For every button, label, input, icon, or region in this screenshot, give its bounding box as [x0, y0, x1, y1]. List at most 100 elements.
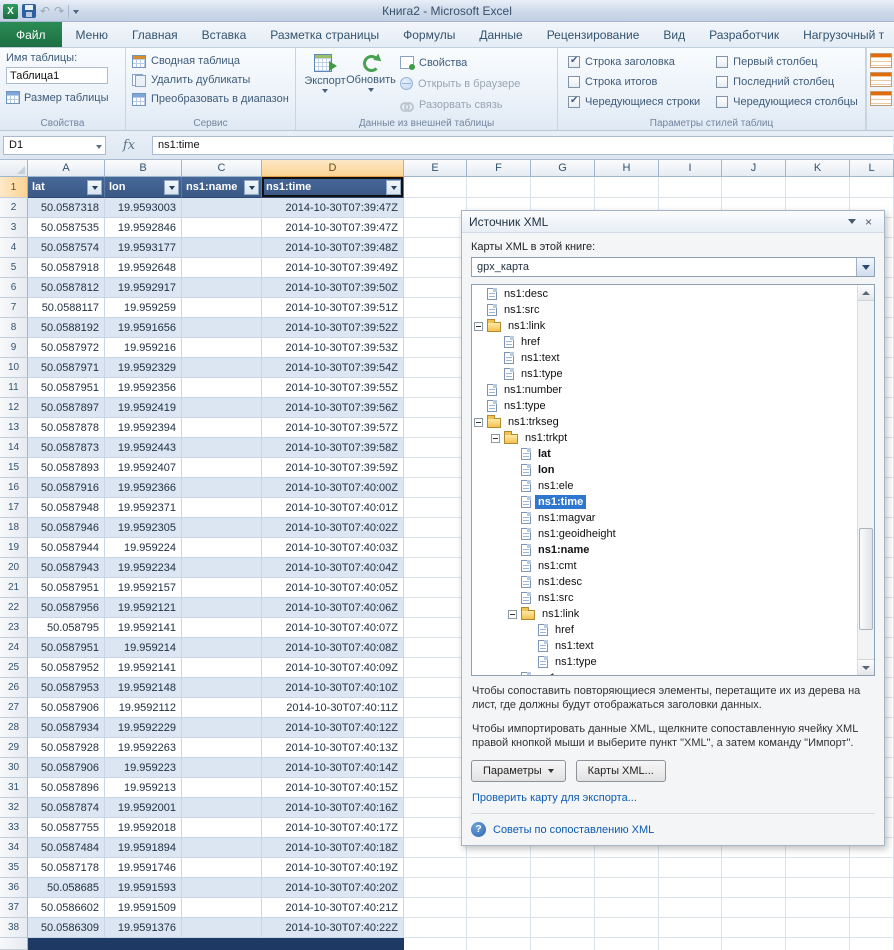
cell-C28[interactable]: [182, 718, 262, 738]
grid-cell[interactable]: [404, 398, 467, 418]
grid-cell[interactable]: [404, 298, 467, 318]
tree-item-lat[interactable]: lat: [472, 446, 857, 462]
grid-cell[interactable]: [850, 878, 894, 898]
row-header-29[interactable]: 29: [0, 738, 28, 758]
cell-B37[interactable]: 19.9591509: [105, 898, 182, 918]
grid-cell[interactable]: [722, 918, 786, 938]
cell-A32[interactable]: 50.0587874: [28, 798, 105, 818]
filter-button[interactable]: [386, 180, 401, 195]
cell-B2[interactable]: 19.9593003: [105, 198, 182, 218]
cell-D14[interactable]: 2014-10-30T07:39:58Z: [262, 438, 404, 458]
tree-item-ns1-text[interactable]: ns1:text: [472, 350, 857, 366]
cell-C17[interactable]: [182, 498, 262, 518]
grid-cell[interactable]: [531, 918, 595, 938]
table-style-thumbnail[interactable]: [870, 72, 892, 87]
row-header-39[interactable]: [0, 938, 28, 950]
cell-D33[interactable]: 2014-10-30T07:40:17Z: [262, 818, 404, 838]
style-option-checkbox-4[interactable]: Последний столбец: [716, 75, 858, 89]
cell-D12[interactable]: 2014-10-30T07:39:56Z: [262, 398, 404, 418]
cell-C11[interactable]: [182, 378, 262, 398]
cell-A36[interactable]: 50.058685: [28, 878, 105, 898]
verify-map-link[interactable]: Проверить карту для экспорта...: [472, 792, 874, 804]
row-header-22[interactable]: 22: [0, 598, 28, 618]
cell-C37[interactable]: [182, 898, 262, 918]
cell-A19[interactable]: 50.0587944: [28, 538, 105, 558]
grid-cell[interactable]: [404, 538, 467, 558]
cell-B27[interactable]: 19.9592112: [105, 698, 182, 718]
cell-C36[interactable]: [182, 878, 262, 898]
resize-table-button[interactable]: Размер таблицы: [6, 91, 119, 104]
table-name-input[interactable]: Таблица1: [6, 67, 108, 84]
row-header-14[interactable]: 14: [0, 438, 28, 458]
ribbon-tab-7[interactable]: Рецензирование: [535, 22, 652, 47]
cell-A16[interactable]: 50.0587916: [28, 478, 105, 498]
tree-item-ns1-trkseg[interactable]: ns1:trkseg: [472, 414, 857, 430]
cell-B34[interactable]: 19.9591894: [105, 838, 182, 858]
row-header-30[interactable]: 30: [0, 758, 28, 778]
tree-item-ns1-link[interactable]: ns1:link: [472, 606, 857, 622]
cell-C22[interactable]: [182, 598, 262, 618]
grid-cell[interactable]: [850, 858, 894, 878]
filter-button[interactable]: [244, 180, 259, 195]
column-header-K[interactable]: K: [786, 160, 850, 177]
tree-item-lon[interactable]: lon: [472, 462, 857, 478]
grid-cell[interactable]: [404, 318, 467, 338]
cell-A20[interactable]: 50.0587943: [28, 558, 105, 578]
cell-B10[interactable]: 19.9592329: [105, 358, 182, 378]
tree-item-ns1-text[interactable]: ns1:text: [472, 638, 857, 654]
grid-cell[interactable]: [595, 878, 659, 898]
column-header-G[interactable]: G: [531, 160, 595, 177]
cell-D13[interactable]: 2014-10-30T07:39:57Z: [262, 418, 404, 438]
cell-A24[interactable]: 50.0587951: [28, 638, 105, 658]
tree-item-ns1-type[interactable]: ns1:type: [472, 366, 857, 382]
filter-button[interactable]: [164, 180, 179, 195]
cell-D29[interactable]: 2014-10-30T07:40:13Z: [262, 738, 404, 758]
cell-B7[interactable]: 19.959259: [105, 298, 182, 318]
cell-C23[interactable]: [182, 618, 262, 638]
cell-D19[interactable]: 2014-10-30T07:40:03Z: [262, 538, 404, 558]
cell-A11[interactable]: 50.0587951: [28, 378, 105, 398]
cell-C30[interactable]: [182, 758, 262, 778]
name-box[interactable]: D1: [3, 136, 106, 155]
style-option-checkbox-0[interactable]: Строка заголовка: [568, 55, 700, 69]
cell-C21[interactable]: [182, 578, 262, 598]
grid-cell[interactable]: [404, 358, 467, 378]
cell-A22[interactable]: 50.0587956: [28, 598, 105, 618]
row-header-20[interactable]: 20: [0, 558, 28, 578]
cell-D7[interactable]: 2014-10-30T07:39:51Z: [262, 298, 404, 318]
row-header-21[interactable]: 21: [0, 578, 28, 598]
grid-cell[interactable]: [722, 878, 786, 898]
tree-item-ns1-type[interactable]: ns1:type: [472, 398, 857, 414]
row-header-31[interactable]: 31: [0, 778, 28, 798]
tree-item-ns1-trkpt[interactable]: ns1:trkpt: [472, 430, 857, 446]
combo-dropdown-button[interactable]: [856, 258, 874, 276]
ribbon-tab-6[interactable]: Данные: [467, 22, 534, 47]
table-header-cell-ns1-name[interactable]: ns1:name: [182, 177, 262, 198]
cell-D31[interactable]: 2014-10-30T07:40:15Z: [262, 778, 404, 798]
table-style-thumbnail[interactable]: [870, 53, 892, 68]
cell-D2[interactable]: 2014-10-30T07:39:47Z: [262, 198, 404, 218]
cell-D3[interactable]: 2014-10-30T07:39:47Z: [262, 218, 404, 238]
cell-D20[interactable]: 2014-10-30T07:40:04Z: [262, 558, 404, 578]
cell-D6[interactable]: 2014-10-30T07:39:50Z: [262, 278, 404, 298]
grid-cell[interactable]: [786, 898, 850, 918]
grid-cell[interactable]: [404, 778, 467, 798]
options-button[interactable]: Параметры: [471, 760, 566, 782]
cell-C38[interactable]: [182, 918, 262, 938]
row-header-6[interactable]: 6: [0, 278, 28, 298]
grid-cell[interactable]: [659, 878, 722, 898]
grid-cell[interactable]: [404, 418, 467, 438]
grid-cell[interactable]: [722, 858, 786, 878]
cell-D37[interactable]: 2014-10-30T07:40:21Z: [262, 898, 404, 918]
style-option-checkbox-1[interactable]: Строка итогов: [568, 75, 700, 89]
ribbon-tab-9[interactable]: Разработчик: [697, 22, 791, 47]
grid-cell[interactable]: [404, 498, 467, 518]
cell-C15[interactable]: [182, 458, 262, 478]
cell-B13[interactable]: 19.9592394: [105, 418, 182, 438]
cell-D30[interactable]: 2014-10-30T07:40:14Z: [262, 758, 404, 778]
tree-item-href[interactable]: href: [472, 622, 857, 638]
row-header-17[interactable]: 17: [0, 498, 28, 518]
row-header-15[interactable]: 15: [0, 458, 28, 478]
cell-C2[interactable]: [182, 198, 262, 218]
cell-B38[interactable]: 19.9591376: [105, 918, 182, 938]
